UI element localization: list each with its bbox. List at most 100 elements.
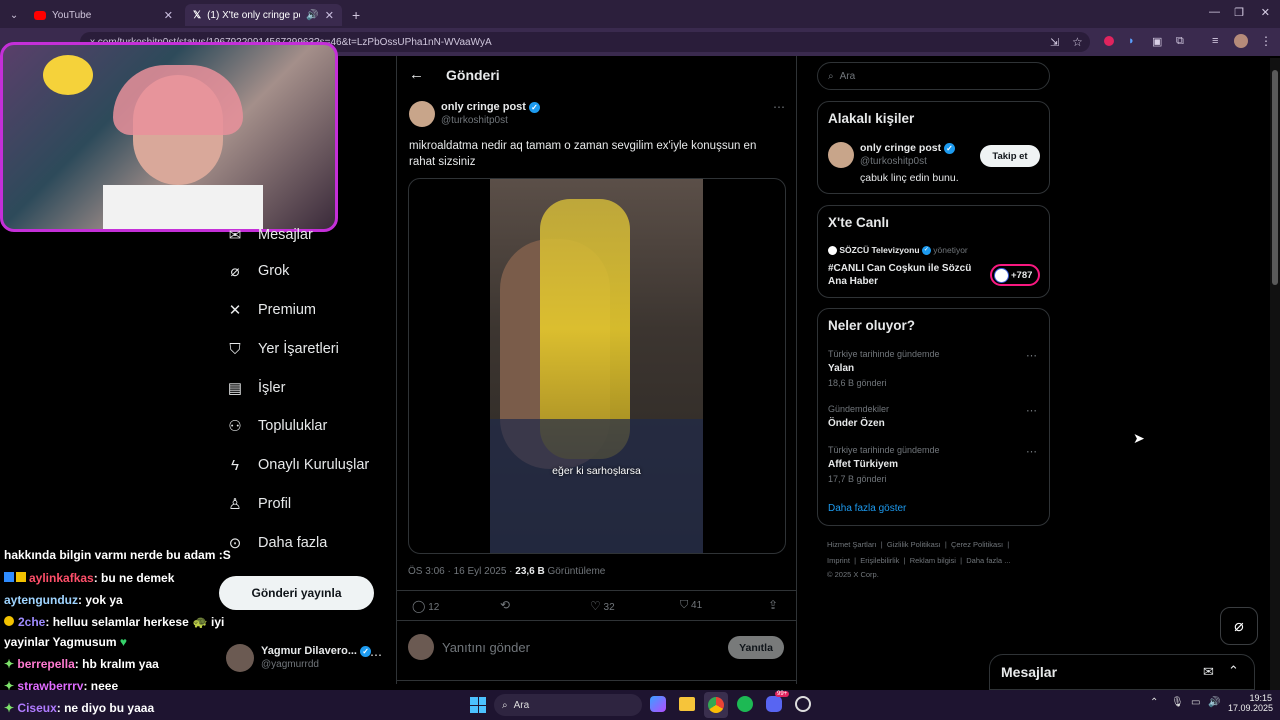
copyright: © 2025 X Corp. [827,570,879,579]
expand-icon[interactable]: ⌃ [1228,663,1239,679]
footer-links: Imprint | Erişilebilirlik | Reklam bilgi… [827,556,1011,565]
spotify-icon[interactable] [737,696,753,712]
reply-button[interactable]: Yanıtla [728,636,784,659]
file-explorer-icon[interactable] [679,697,695,711]
bookmark-action[interactable]: ⛉ 41 [680,599,702,612]
chat-badge-icon [4,616,14,626]
more-icon[interactable]: ⋯ [370,648,382,662]
network-icon[interactable]: ▭ [1191,697,1200,708]
more-icon[interactable]: ⋯ [1026,404,1037,417]
more-icon[interactable]: ⋯ [1026,445,1037,458]
trend-item[interactable]: Türkiye tarihinde gündemde Yalan 18,6 B … [828,349,940,388]
related-name[interactable]: only cringe post ✓ [860,142,956,154]
video-frame: eğer ki sarhoşlarsa [490,179,703,553]
nav-premium[interactable]: ✕ Premium [226,295,316,325]
nav-label: Onaylı Kuruluşlar [258,457,370,473]
browser-tab-bar: ⌄ YouTube ✕ 𝕏 (1) X'te only cringe post:… [0,0,1280,28]
taskbar-search[interactable]: ⌕ Ara [494,694,642,716]
heart-icon: ♡ [590,599,601,613]
scrollbar-thumb[interactable] [1272,70,1278,285]
close-icon[interactable]: ✕ [325,9,334,22]
reply-action[interactable]: ◯ 12 [412,599,439,613]
search-input[interactable]: ⌕ Ara [817,62,1050,90]
close-icon[interactable]: ✕ [164,9,173,22]
copilot-icon[interactable] [650,696,666,712]
grok-floating-button[interactable]: ⌀ [1220,607,1258,645]
discord-icon[interactable]: 99+ [766,691,790,712]
extension-icon[interactable]: ▣ [1152,35,1162,48]
account-switcher[interactable]: Yagmur Dilavero... ✓ @yagmurrdd ⋯ [226,642,386,674]
extension-icon[interactable] [1104,36,1114,46]
bolt-icon: ϟ [231,456,239,474]
x-logo-icon: 𝕏 [193,9,202,21]
live-show[interactable]: #CANLI Can Coşkun ile Sözcü Ana Haber [828,262,978,288]
footer-link[interactable]: Erişilebilirlik [860,556,899,565]
install-icon[interactable]: ⇲ [1050,36,1059,49]
author-name[interactable]: only cringe post ✓ [441,101,541,113]
chrome-taskbar-button[interactable] [704,692,728,718]
author-avatar[interactable] [409,101,435,127]
like-action[interactable]: ♡ 32 [590,599,615,613]
nav-verified-orgs[interactable]: ϟ Onaylı Kuruluşlar [226,450,369,480]
post-button[interactable]: Gönderi yayınla [219,576,374,610]
menu-icon[interactable]: ⋮ [1260,34,1272,48]
speaker-icon[interactable]: 🔊 [306,10,318,21]
bookmark-star-icon[interactable]: ☆ [1072,35,1083,49]
footer-link[interactable]: Hizmet Şartları [827,540,877,549]
more-icon[interactable]: ⋯ [773,100,785,114]
clock[interactable]: 19:15 17.09.2025 [1228,693,1273,713]
post-video[interactable]: eğer ki sarhoşlarsa [408,178,786,554]
restore-icon[interactable]: ❐ [1234,6,1244,19]
microphone-icon[interactable]: 🎙 [1171,697,1184,708]
trend-item[interactable]: Türkiye tarihinde gündemde Affet Türkiye… [828,445,940,484]
new-tab-button[interactable]: + [344,4,362,26]
app-icon[interactable] [795,696,811,712]
author-handle[interactable]: @turkoshitp0st [441,115,508,126]
media-control-icon[interactable]: ≡ [1212,35,1218,47]
nav-bookmarks[interactable]: ⛉ Yer İşaretleri [226,334,339,364]
live-host[interactable]: SÖZCÜ Televizyonu ✓ yönetiyor [828,245,968,256]
chat-message: ✦ Ciseux: ne diyo bu yaaa [4,701,155,715]
footer-link[interactable]: Daha fazla ... [966,556,1010,565]
more-icon[interactable]: ⋯ [1026,349,1037,362]
back-arrow-icon[interactable]: ← [409,66,424,83]
reply-input[interactable]: Yanıtını gönder [442,640,530,655]
related-handle: @turkoshitp0st [860,156,927,167]
follow-button[interactable]: Takip et [980,145,1040,167]
live-listeners[interactable]: +787 [990,264,1040,286]
repost-icon[interactable]: ⟲ [500,598,510,612]
avatar [226,644,254,672]
trend-item[interactable]: Gündemdekiler Önder Özen [828,404,889,429]
tray-chevron-icon[interactable]: ⌃ [1150,697,1158,708]
chat-badge-icon [4,572,14,582]
tab-youtube[interactable]: YouTube ✕ [26,4,181,26]
nav-jobs[interactable]: ▤ İşler [226,373,286,403]
footer-link[interactable]: Çerez Politikası [951,540,1003,549]
nav-more[interactable]: ⊙ Daha fazla [226,528,328,558]
nav-profile[interactable]: ♙ Profil [226,489,291,519]
new-message-icon[interactable]: ✉ [1203,664,1214,680]
nav-label: Yer İşaretleri [258,341,339,357]
scrollbar[interactable] [1270,58,1280,690]
minimize-icon[interactable]: — [1209,6,1220,18]
nav-communities[interactable]: ⚇ Topluluklar [226,411,327,441]
volume-icon[interactable]: 🔊 [1208,697,1220,708]
show-more-link[interactable]: Daha fazla göster [828,503,906,514]
footer-link[interactable]: Imprint [827,556,850,565]
avatar[interactable] [828,142,854,168]
tab-x-post[interactable]: 𝕏 (1) X'te only cringe post: "m 🔊 ✕ [185,4,342,26]
nav-grok[interactable]: ⌀ Grok [226,256,289,286]
extension-icon[interactable]: ◗ [1128,35,1135,47]
nav-messages[interactable]: ✉ Mesajlar [226,220,313,250]
messages-drawer[interactable]: Mesajlar ✉ ⌃ [989,654,1255,690]
top-clothing [490,419,703,553]
puzzle-icon[interactable]: ⧉ [1176,35,1184,48]
profile-avatar[interactable] [1234,34,1248,48]
footer-link[interactable]: Gizlilik Politikası [887,540,941,549]
mail-icon: ✉ [228,227,242,244]
start-icon[interactable] [470,697,486,713]
tab-list-button[interactable]: ⌄ [4,4,24,26]
footer-link[interactable]: Reklam bilgisi [910,556,956,565]
close-window-icon[interactable]: ✕ [1261,6,1270,19]
share-icon[interactable]: ⇪ [768,598,778,612]
